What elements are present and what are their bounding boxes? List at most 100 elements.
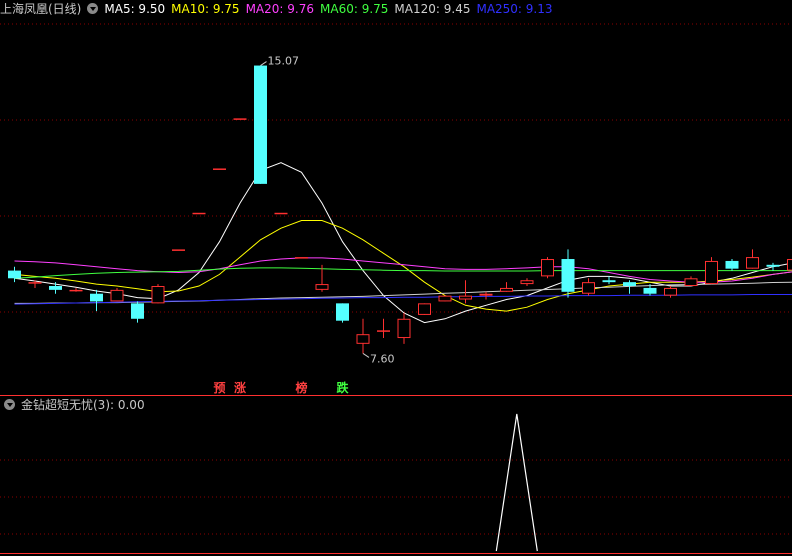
candle[interactable] bbox=[766, 262, 780, 271]
ma-legend: MA5: 9.50 MA10: 9.75 MA20: 9.76 MA60: 9.75 M… bbox=[104, 2, 558, 16]
candle[interactable] bbox=[377, 318, 390, 339]
candle-body bbox=[295, 257, 308, 259]
candle[interactable] bbox=[725, 259, 739, 271]
candle[interactable] bbox=[274, 212, 288, 215]
candle[interactable] bbox=[787, 257, 792, 271]
ma-legend-item: MA10: 9.75 bbox=[171, 2, 240, 16]
main-chart-header: 上海凤凰(日线) MA5: 9.50 MA10: 9.75 MA20: 9.76 MA6… bbox=[0, 0, 565, 18]
candle[interactable] bbox=[459, 280, 472, 304]
candle[interactable] bbox=[131, 301, 144, 323]
low-pointer bbox=[362, 353, 370, 358]
candle-body bbox=[705, 260, 718, 285]
moving-average-lines bbox=[14, 162, 792, 324]
candle[interactable] bbox=[684, 276, 698, 287]
candle-body bbox=[582, 282, 595, 294]
candle[interactable] bbox=[90, 289, 103, 312]
candle[interactable] bbox=[295, 257, 308, 259]
candle-body bbox=[110, 289, 124, 302]
candle[interactable] bbox=[541, 257, 554, 279]
candle-body bbox=[418, 303, 431, 315]
candle-body bbox=[336, 303, 349, 321]
candle-body bbox=[541, 259, 554, 277]
candle-body bbox=[561, 259, 575, 292]
candle[interactable] bbox=[213, 168, 226, 170]
candle[interactable] bbox=[172, 249, 185, 251]
candle-body bbox=[49, 286, 62, 290]
candle[interactable] bbox=[602, 276, 616, 285]
candle-body bbox=[90, 293, 103, 302]
low-price-label: 7.60 bbox=[370, 352, 395, 365]
candle-body bbox=[151, 286, 165, 304]
candle[interactable] bbox=[356, 318, 370, 354]
candle[interactable] bbox=[233, 118, 247, 120]
chevron-down-icon[interactable] bbox=[87, 3, 99, 14]
candle[interactable] bbox=[110, 287, 124, 302]
signal-marker: 榜 bbox=[295, 380, 307, 395]
candle-body bbox=[131, 303, 144, 319]
candle[interactable] bbox=[479, 291, 493, 300]
candle[interactable] bbox=[192, 212, 206, 215]
indicator-name[interactable]: 金钻超短无忧(3) bbox=[21, 398, 110, 412]
ma-legend-item: MA120: 9.45 bbox=[394, 2, 471, 16]
candle-body bbox=[8, 270, 21, 279]
candle[interactable] bbox=[500, 282, 513, 292]
candle[interactable] bbox=[664, 286, 677, 298]
candle[interactable] bbox=[336, 303, 349, 323]
candle-body bbox=[356, 334, 370, 344]
ma-line-ma20 bbox=[14, 257, 792, 283]
candle[interactable] bbox=[254, 65, 267, 184]
candle-body bbox=[479, 293, 493, 296]
ma-line-ma5 bbox=[14, 162, 792, 324]
candle-body bbox=[397, 318, 411, 339]
candle-body bbox=[172, 249, 185, 251]
candle-body bbox=[213, 168, 226, 170]
candle-body bbox=[233, 118, 247, 120]
candle-body bbox=[664, 287, 677, 296]
indicator-line bbox=[495, 413, 538, 552]
candle-body bbox=[766, 264, 780, 267]
candle-body bbox=[69, 289, 83, 292]
candle[interactable] bbox=[418, 303, 431, 315]
chart-canvas[interactable]: 15.07 7.60 预涨 榜 跌 bbox=[0, 0, 792, 556]
candle-body bbox=[192, 212, 206, 215]
candle-body bbox=[274, 212, 288, 215]
candle[interactable] bbox=[69, 287, 83, 292]
ma-line-ma60 bbox=[14, 267, 792, 279]
indicator-panel bbox=[495, 413, 538, 552]
candle-body bbox=[28, 282, 42, 284]
candle[interactable] bbox=[438, 295, 452, 302]
indicator-header: 金钻超短无忧(3): 0.00 bbox=[0, 396, 151, 414]
price-annotations: 15.07 7.60 预涨 榜 跌 bbox=[213, 55, 394, 395]
candle[interactable] bbox=[397, 312, 411, 344]
ma-legend-item: MA250: 9.13 bbox=[476, 2, 553, 16]
candle[interactable] bbox=[151, 284, 165, 304]
candle-body bbox=[684, 278, 698, 287]
candle[interactable] bbox=[8, 266, 21, 283]
indicator-value: : 0.00 bbox=[110, 398, 145, 412]
ma-legend-item: MA20: 9.76 bbox=[245, 2, 314, 16]
candle-body bbox=[520, 280, 534, 285]
candle-body bbox=[315, 284, 329, 290]
candle-body bbox=[377, 330, 390, 332]
candle[interactable] bbox=[582, 278, 595, 296]
signal-marker: 预 bbox=[213, 381, 225, 395]
ma-legend-item: MA60: 9.75 bbox=[320, 2, 389, 16]
chevron-down-icon[interactable] bbox=[4, 399, 15, 410]
candlesticks[interactable] bbox=[8, 65, 792, 354]
candle-body bbox=[254, 65, 267, 184]
candle-body bbox=[725, 260, 739, 269]
candle[interactable] bbox=[705, 257, 718, 285]
candle-body bbox=[643, 287, 657, 294]
candle-body bbox=[602, 280, 616, 283]
ma-legend-item: MA5: 9.50 bbox=[104, 2, 166, 16]
candle-body bbox=[623, 282, 636, 287]
candle[interactable] bbox=[561, 249, 575, 298]
high-pointer bbox=[260, 61, 267, 66]
candle[interactable] bbox=[746, 249, 759, 269]
high-price-label: 15.07 bbox=[268, 55, 300, 68]
candle-body bbox=[459, 295, 472, 300]
candle[interactable] bbox=[520, 278, 534, 287]
stock-title[interactable]: 上海凤凰(日线) bbox=[0, 2, 81, 16]
candle-body bbox=[746, 257, 759, 269]
candle-body bbox=[787, 259, 792, 271]
